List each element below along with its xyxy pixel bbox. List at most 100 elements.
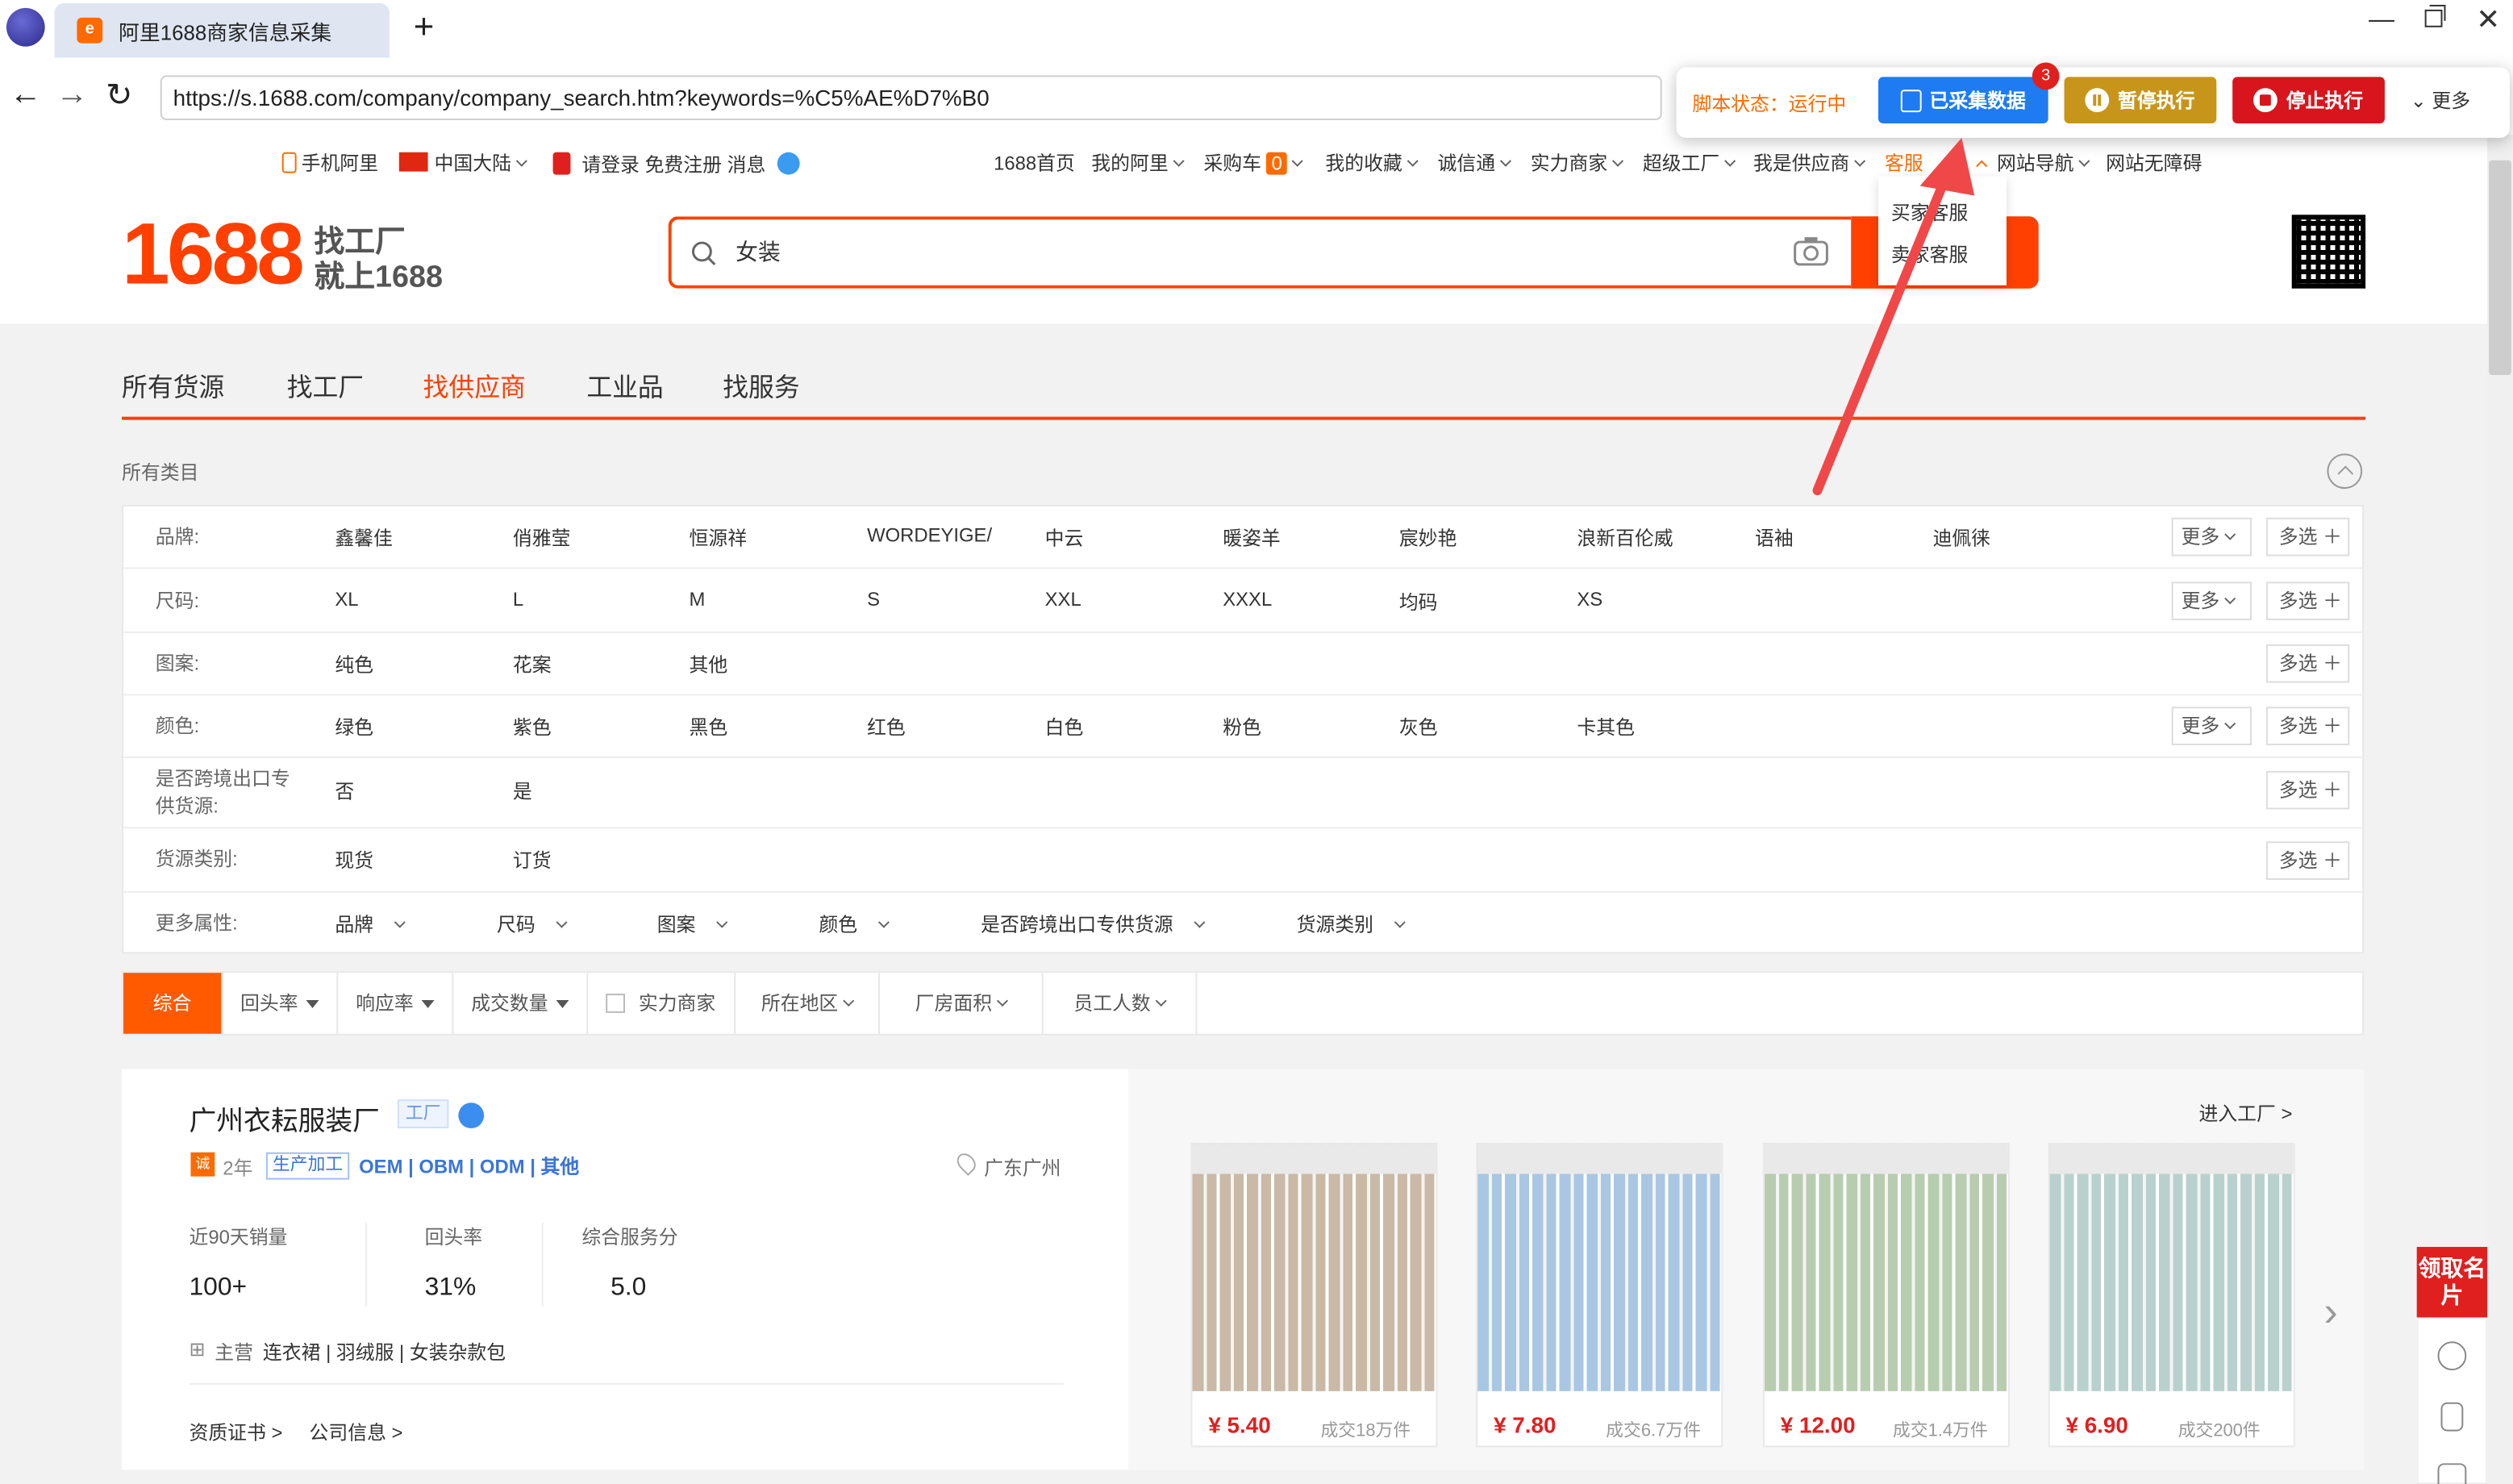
filter-option[interactable]: 灰色 — [1399, 713, 1438, 740]
nav-customer-service[interactable]: 客服 — [1885, 149, 1988, 177]
filter-option[interactable]: 是 — [513, 777, 532, 805]
attr-dropdown-color[interactable]: 颜色 — [819, 911, 890, 938]
reload-icon[interactable]: ↻ — [106, 75, 132, 115]
filter-option[interactable]: 卡其色 — [1577, 713, 1635, 740]
filter-multi-button[interactable]: 多选 ＋ — [2265, 517, 2350, 556]
filter-multi-button[interactable]: 多选 ＋ — [2265, 644, 2350, 683]
new-tab-button[interactable]: + — [414, 6, 435, 48]
filter-more-button[interactable]: 更多 — [2171, 707, 2253, 746]
filter-option[interactable]: 其他 — [689, 651, 727, 678]
filter-option[interactable]: 白色 — [1045, 713, 1084, 740]
stop-button[interactable]: 停止执行 — [2232, 77, 2385, 124]
production-tag: 生产加工 — [265, 1152, 350, 1180]
buyer-service-link[interactable]: 买家客服 — [1891, 198, 1968, 226]
filter-option[interactable]: WORDEYIGE/ — [867, 524, 992, 547]
sort-repurchase-rate[interactable]: 回头率 — [223, 973, 339, 1034]
filter-option[interactable]: L — [513, 588, 523, 611]
filter-multi-label: 多选 — [2278, 778, 2318, 802]
filter-option[interactable]: 粉色 — [1223, 713, 1261, 740]
more-button[interactable]: ⌄ 更多 — [2411, 86, 2470, 114]
company-name[interactable]: 广州衣耘服装厂 — [189, 1098, 379, 1138]
filter-option[interactable]: 纯色 — [335, 651, 373, 678]
filter-option[interactable]: 现货 — [335, 846, 373, 873]
attr-dropdown-pattern[interactable]: 图案 — [657, 911, 728, 938]
get-card-button[interactable]: 领取名片 — [2416, 1247, 2488, 1318]
filter-option[interactable]: 俏雅莹 — [513, 524, 571, 552]
chevron-down-icon — [877, 916, 890, 928]
filter-multi-button[interactable]: 多选 ＋ — [2265, 841, 2350, 880]
tab-all-sources[interactable]: 所有货源 — [122, 365, 224, 404]
product-card[interactable]: ¥ 7.80 成交6.7万件 — [1476, 1142, 1723, 1448]
sort-label: 回头率 — [240, 992, 298, 1015]
filter-option[interactable]: XS — [1577, 588, 1602, 611]
filter-option[interactable]: 黑色 — [689, 713, 727, 740]
product-card[interactable]: ¥ 12.00 成交1.4万件 — [1762, 1142, 2010, 1448]
filter-option[interactable]: 否 — [335, 777, 354, 805]
filter-option[interactable]: 绿色 — [335, 713, 373, 740]
filter-option[interactable]: M — [689, 588, 705, 611]
feedback-icon[interactable] — [2437, 1463, 2467, 1484]
window-restore-button[interactable] — [2424, 4, 2446, 27]
filter-option[interactable]: S — [867, 588, 880, 611]
filter-option[interactable]: 花案 — [513, 651, 552, 678]
dropdown-region[interactable]: 所在地区 — [736, 973, 880, 1034]
filter-option[interactable]: XL — [335, 588, 358, 611]
attr-dropdown-source-type[interactable]: 货源类别 — [1297, 911, 1406, 938]
filter-more-button[interactable]: 更多 — [2171, 517, 2253, 556]
pause-button[interactable]: 暂停执行 — [2064, 77, 2217, 124]
power-merchant-checkbox[interactable]: 实力商家 — [588, 973, 736, 1034]
dropdown-employee-count[interactable]: 员工人数 — [1044, 973, 1198, 1034]
enter-factory-link[interactable]: 进入工厂 > — [2198, 1099, 2292, 1127]
mobile-icon[interactable] — [2440, 1402, 2464, 1432]
collapse-filters-icon[interactable] — [2327, 453, 2363, 490]
tab-find-supplier[interactable]: 找供应商 — [423, 365, 526, 404]
forward-arrow-icon[interactable]: → — [56, 77, 89, 114]
filter-option[interactable]: XXXL — [1223, 588, 1272, 611]
filter-option[interactable]: 浪新百伦威 — [1577, 524, 1673, 552]
collected-data-button[interactable]: 已采集数据 — [1877, 77, 2048, 124]
filter-option[interactable]: 紫色 — [513, 713, 552, 740]
back-arrow-icon[interactable]: ← — [10, 77, 42, 114]
sort-deal-count[interactable]: 成交数量 — [453, 973, 589, 1034]
dropdown-factory-area[interactable]: 厂房面积 — [880, 973, 1044, 1034]
tab-find-factory[interactable]: 找工厂 — [287, 365, 364, 404]
filter-multi-button[interactable]: 多选 ＋ — [2265, 770, 2350, 810]
filter-option[interactable]: XXL — [1045, 588, 1081, 611]
attr-dropdown-cross-border[interactable]: 是否跨境出口专供货源 — [981, 911, 1206, 938]
attr-dropdown-size[interactable]: 尺码 — [497, 911, 568, 938]
filter-option[interactable]: 鑫馨佳 — [335, 524, 393, 552]
window-close-button[interactable]: ✕ — [2476, 3, 2500, 37]
tab-industrial[interactable]: 工业品 — [586, 365, 663, 404]
browser-tab[interactable]: e 阿里1688商家信息采集 — [54, 2, 390, 58]
filter-option[interactable]: 语袖 — [1755, 524, 1794, 552]
sort-response-rate[interactable]: 响应率 — [338, 973, 454, 1034]
product-card[interactable]: ¥ 6.90 成交200件 — [2048, 1142, 2295, 1448]
filter-option[interactable]: 暖姿羊 — [1223, 524, 1281, 552]
script-status: 脚本状态：运行中 — [1692, 93, 1847, 116]
certificate-link[interactable]: 资质证书 > — [189, 1419, 282, 1446]
scrollbar-thumb[interactable] — [2489, 160, 2511, 376]
tab-find-service[interactable]: 找服务 — [723, 365, 799, 404]
seller-service-link[interactable]: 卖家客服 — [1891, 240, 1968, 268]
window-minimize-button[interactable]: — — [2369, 6, 2394, 35]
filter-option[interactable]: 恒源祥 — [689, 524, 747, 552]
filter-option[interactable]: 宸妙艳 — [1399, 524, 1457, 552]
sort-default-button[interactable]: 综合 — [123, 973, 223, 1034]
headset-icon[interactable] — [2437, 1341, 2467, 1371]
filter-multi-button[interactable]: 多选 ＋ — [2265, 707, 2350, 746]
filter-option[interactable]: 迪佩徕 — [1933, 524, 1991, 552]
product-card[interactable]: ¥ 5.40 成交18万件 — [1190, 1142, 1438, 1448]
url-input[interactable]: https://s.1688.com/company/company_searc… — [160, 75, 1662, 121]
filter-multi-button[interactable]: 多选 ＋ — [2265, 582, 2350, 621]
attr-dropdown-brand[interactable]: 品牌 — [335, 911, 406, 938]
filter-option[interactable]: 中云 — [1045, 524, 1084, 552]
filter-label: 货源类别: — [155, 848, 238, 871]
filter-option[interactable]: 均码 — [1399, 588, 1438, 615]
filter-option[interactable]: 红色 — [867, 713, 906, 740]
pause-icon — [2086, 88, 2111, 113]
product-image — [1192, 1144, 1436, 1391]
company-info-link[interactable]: 公司信息 > — [310, 1419, 403, 1446]
filter-more-button[interactable]: 更多 — [2171, 582, 2253, 621]
carousel-next-icon[interactable]: › — [2323, 1287, 2337, 1337]
filter-option[interactable]: 订货 — [513, 846, 552, 873]
